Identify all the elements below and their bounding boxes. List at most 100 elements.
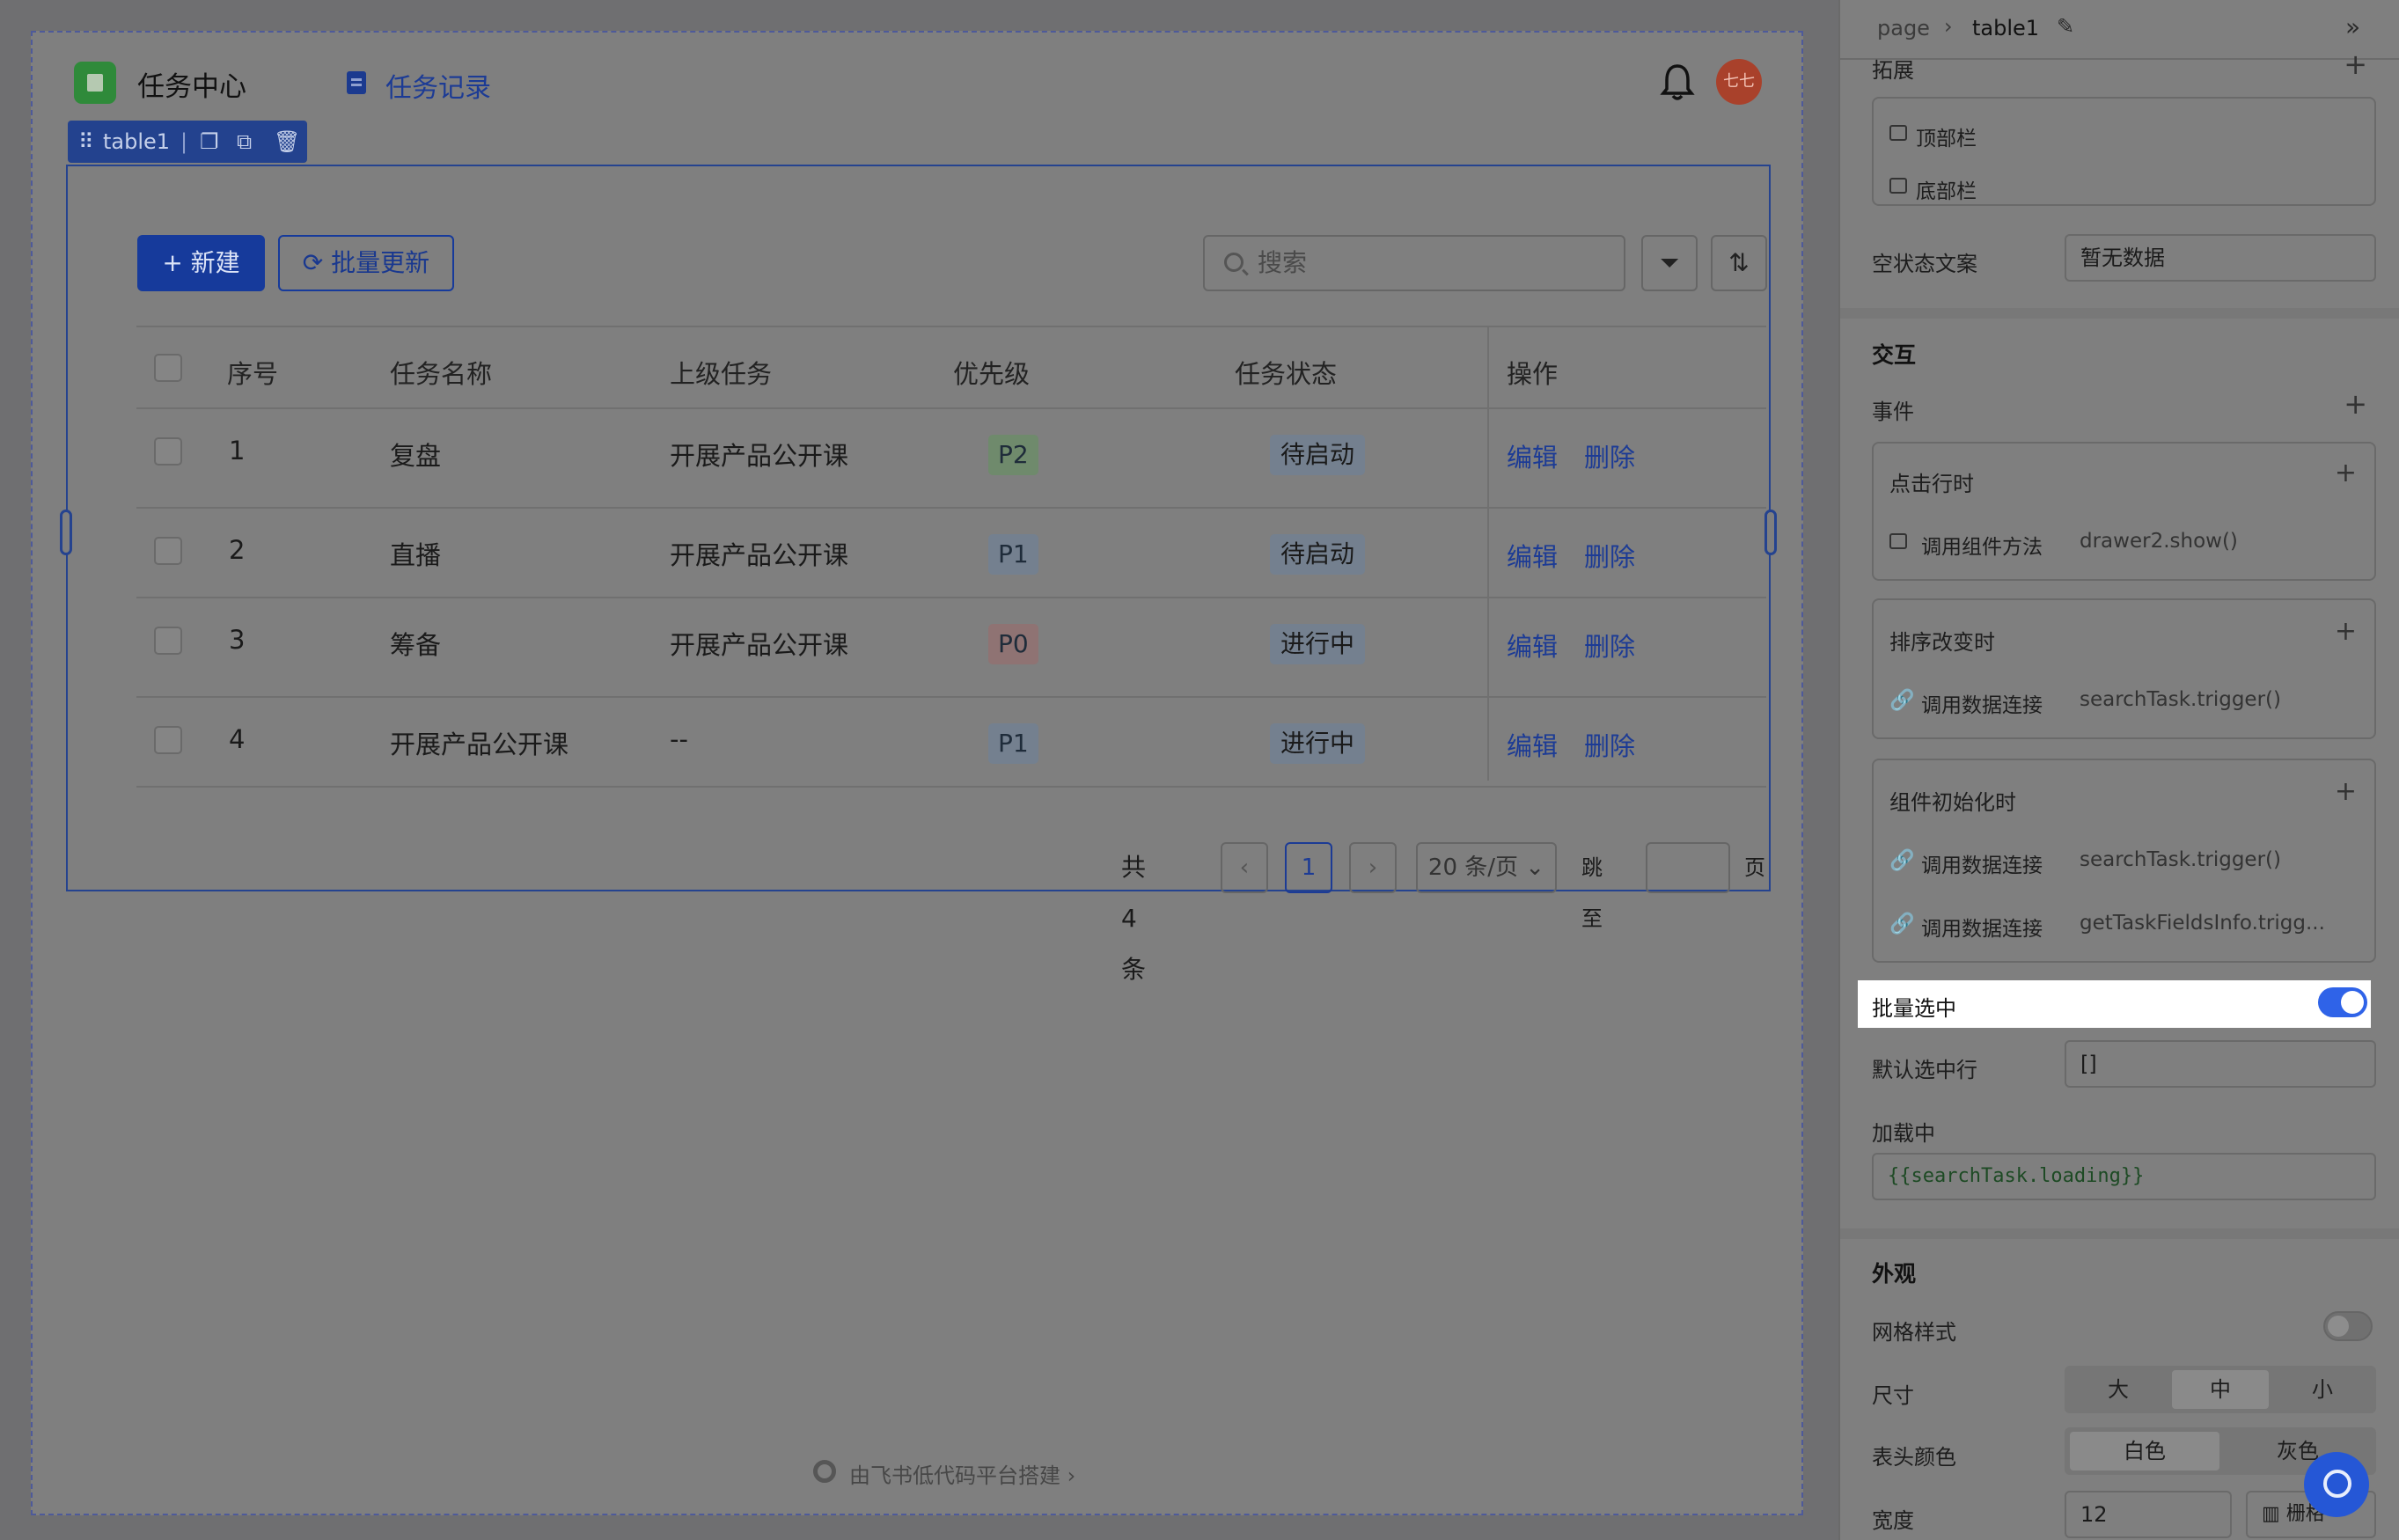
search-input[interactable]: 搜索 <box>1203 235 1625 291</box>
new-button[interactable]: + 新建 <box>137 235 265 291</box>
priority-tag: P1 <box>988 534 1038 575</box>
table-row[interactable]: 3 筹备 开展产品公开课 P0 进行中 编辑 删除 <box>136 598 1766 698</box>
edit-link[interactable]: 编辑 <box>1507 437 1558 474</box>
table-row[interactable]: 1 复盘 开展产品公开课 P2 待启动 编辑 删除 <box>136 409 1766 509</box>
size-option-small[interactable]: 小 <box>2274 1370 2371 1409</box>
filter-button[interactable]: ⏷ <box>1641 235 1698 291</box>
row-checkbox[interactable] <box>154 726 182 754</box>
nav-item-task-record[interactable]: 任务记录 <box>385 66 491 105</box>
task-name: 直播 <box>390 540 442 570</box>
row-checkbox[interactable] <box>154 437 182 466</box>
action-value[interactable]: searchTask.trigger() <box>2080 688 2281 711</box>
column-header-index[interactable]: 序号 <box>227 354 278 391</box>
delete-link[interactable]: 删除 <box>1584 627 1635 664</box>
duplicate-icon[interactable]: ⧉ <box>237 121 252 163</box>
delete-link[interactable]: 删除 <box>1584 537 1635 574</box>
appearance-section-title: 外观 <box>1872 1261 1917 1287</box>
breadcrumb-root[interactable]: page <box>1877 16 1930 40</box>
add-extend-icon[interactable]: + <box>2344 48 2367 81</box>
event-card[interactable]: 组件初始化时 + 🔗 调用数据连接 searchTask.trigger() 🔗… <box>1872 759 2376 963</box>
collapse-panel-icon[interactable]: » <box>2345 12 2360 41</box>
action-type: 调用数据连接 <box>1921 854 2043 877</box>
empty-text-input[interactable]: 暂无数据 <box>2065 234 2376 282</box>
empty-text-label: 空状态文案 <box>1872 252 1977 276</box>
header-color-label: 表头颜色 <box>1872 1445 1956 1470</box>
copy-icon[interactable]: ❐ <box>200 121 219 163</box>
actions-column-divider <box>1487 326 1489 781</box>
chevron-right-icon: › <box>1060 1463 1076 1488</box>
bottom-bar-checkbox[interactable] <box>1889 178 1907 194</box>
table-header-row: 序号 任务名称 上级任务 优先级 任务状态 操作 <box>136 326 1766 409</box>
toolbar-separator: | <box>180 129 188 154</box>
table-row[interactable]: 2 直播 开展产品公开课 P1 待启动 编辑 删除 <box>136 509 1766 598</box>
width-input[interactable]: 12 <box>2065 1491 2232 1538</box>
event-card[interactable]: 排序改变时 + 🔗 调用数据连接 searchTask.trigger() <box>1872 598 2376 739</box>
link-icon: 🔗 <box>1889 913 1915 935</box>
delete-link[interactable]: 删除 <box>1584 726 1635 763</box>
action-value[interactable]: drawer2.show() <box>2080 530 2238 553</box>
add-action-icon[interactable]: + <box>2335 616 2357 647</box>
header-color-option-white[interactable]: 白色 <box>2070 1432 2219 1470</box>
row-index: 3 <box>229 625 246 655</box>
prev-page-button[interactable]: ‹ <box>1221 842 1268 893</box>
row-checkbox[interactable] <box>154 537 182 565</box>
avatar[interactable]: 七七 <box>1716 59 1762 105</box>
column-header-priority[interactable]: 优先级 <box>953 354 1030 391</box>
event-title: 排序改变时 <box>1889 630 1995 655</box>
column-header-name[interactable]: 任务名称 <box>390 354 492 391</box>
app-header: 任务中心 任务记录 七七 <box>33 33 1801 131</box>
next-page-button[interactable]: › <box>1349 842 1397 893</box>
action-type: 调用数据连接 <box>1921 918 2043 941</box>
help-support-button[interactable] <box>2304 1452 2369 1517</box>
filter-icon: ⏷ <box>1659 248 1680 277</box>
edit-link[interactable]: 编辑 <box>1507 537 1558 574</box>
top-bar-checkbox[interactable] <box>1889 125 1907 141</box>
app-logo <box>74 62 116 104</box>
page-size-select[interactable]: 20 条/页 ⌄ <box>1416 842 1557 893</box>
default-selected-input[interactable]: [] <box>2065 1040 2376 1088</box>
resize-handle-right[interactable] <box>1764 510 1777 555</box>
delete-icon[interactable]: 🗑 <box>274 121 300 163</box>
edit-link[interactable]: 编辑 <box>1507 627 1558 664</box>
parent-task: -- <box>670 724 688 754</box>
status-badge: 进行中 <box>1270 624 1366 664</box>
resize-handle-left[interactable] <box>60 510 72 555</box>
jump-page-input[interactable] <box>1646 842 1730 893</box>
table-row[interactable]: 4 开展产品公开课 -- P1 进行中 编辑 删除 <box>136 698 1766 788</box>
batch-update-button[interactable]: ⟳ 批量更新 <box>278 235 454 291</box>
powered-by-link[interactable]: 由飞书低代码平台搭建 › <box>849 1458 1075 1489</box>
link-icon: 🔗 <box>1889 849 1915 872</box>
edit-link[interactable]: 编辑 <box>1507 726 1558 763</box>
size-option-large[interactable]: 大 <box>2070 1370 2167 1409</box>
column-header-status[interactable]: 任务状态 <box>1235 354 1337 391</box>
row-index: 2 <box>229 535 246 565</box>
extend-options-card: 顶部栏 底部栏 <box>1872 97 2376 206</box>
powered-by-text: 由飞书低代码平台搭建 <box>849 1463 1060 1488</box>
add-action-icon[interactable]: + <box>2335 458 2357 488</box>
panel-header: page › table1 ✎ » <box>1840 0 2399 60</box>
add-action-icon[interactable]: + <box>2335 776 2357 807</box>
sort-button[interactable]: ⇅ <box>1711 235 1767 291</box>
select-all-checkbox[interactable] <box>154 354 182 382</box>
grid-style-toggle[interactable] <box>2323 1311 2373 1341</box>
batch-update-label: 批量更新 <box>331 248 430 277</box>
row-checkbox[interactable] <box>154 627 182 655</box>
jump-label: 跳至 <box>1581 855 1603 931</box>
drag-handle-icon[interactable]: ⠿ <box>78 121 94 163</box>
loading-expression-input[interactable]: {{searchTask.loading}} <box>1872 1153 2376 1200</box>
action-value[interactable]: getTaskFieldsInfo.trigg... <box>2080 912 2325 935</box>
batch-select-toggle[interactable] <box>2318 987 2367 1017</box>
edit-name-icon[interactable]: ✎ <box>2057 14 2074 39</box>
size-option-medium[interactable]: 中 <box>2172 1370 2269 1409</box>
component-name: table1 <box>103 129 171 154</box>
table-component[interactable]: + 新建 ⟳ 批量更新 搜索 ⏷ ⇅ 序号 任务名称 上级任务 优先级 任务状态… <box>60 165 1777 984</box>
delete-link[interactable]: 删除 <box>1584 437 1635 474</box>
page-button-current[interactable]: 1 <box>1285 842 1332 893</box>
component-selection-toolbar: ⠿ table1 | ❐ ⧉ 🗑 <box>68 121 307 163</box>
loading-label: 加载中 <box>1872 1121 1935 1146</box>
action-value[interactable]: searchTask.trigger() <box>2080 848 2281 871</box>
column-header-parent[interactable]: 上级任务 <box>670 354 772 391</box>
bell-icon[interactable] <box>1660 62 1695 101</box>
add-event-icon[interactable]: + <box>2344 387 2367 421</box>
event-card[interactable]: 点击行时 + 调用组件方法 drawer2.show() <box>1872 442 2376 581</box>
